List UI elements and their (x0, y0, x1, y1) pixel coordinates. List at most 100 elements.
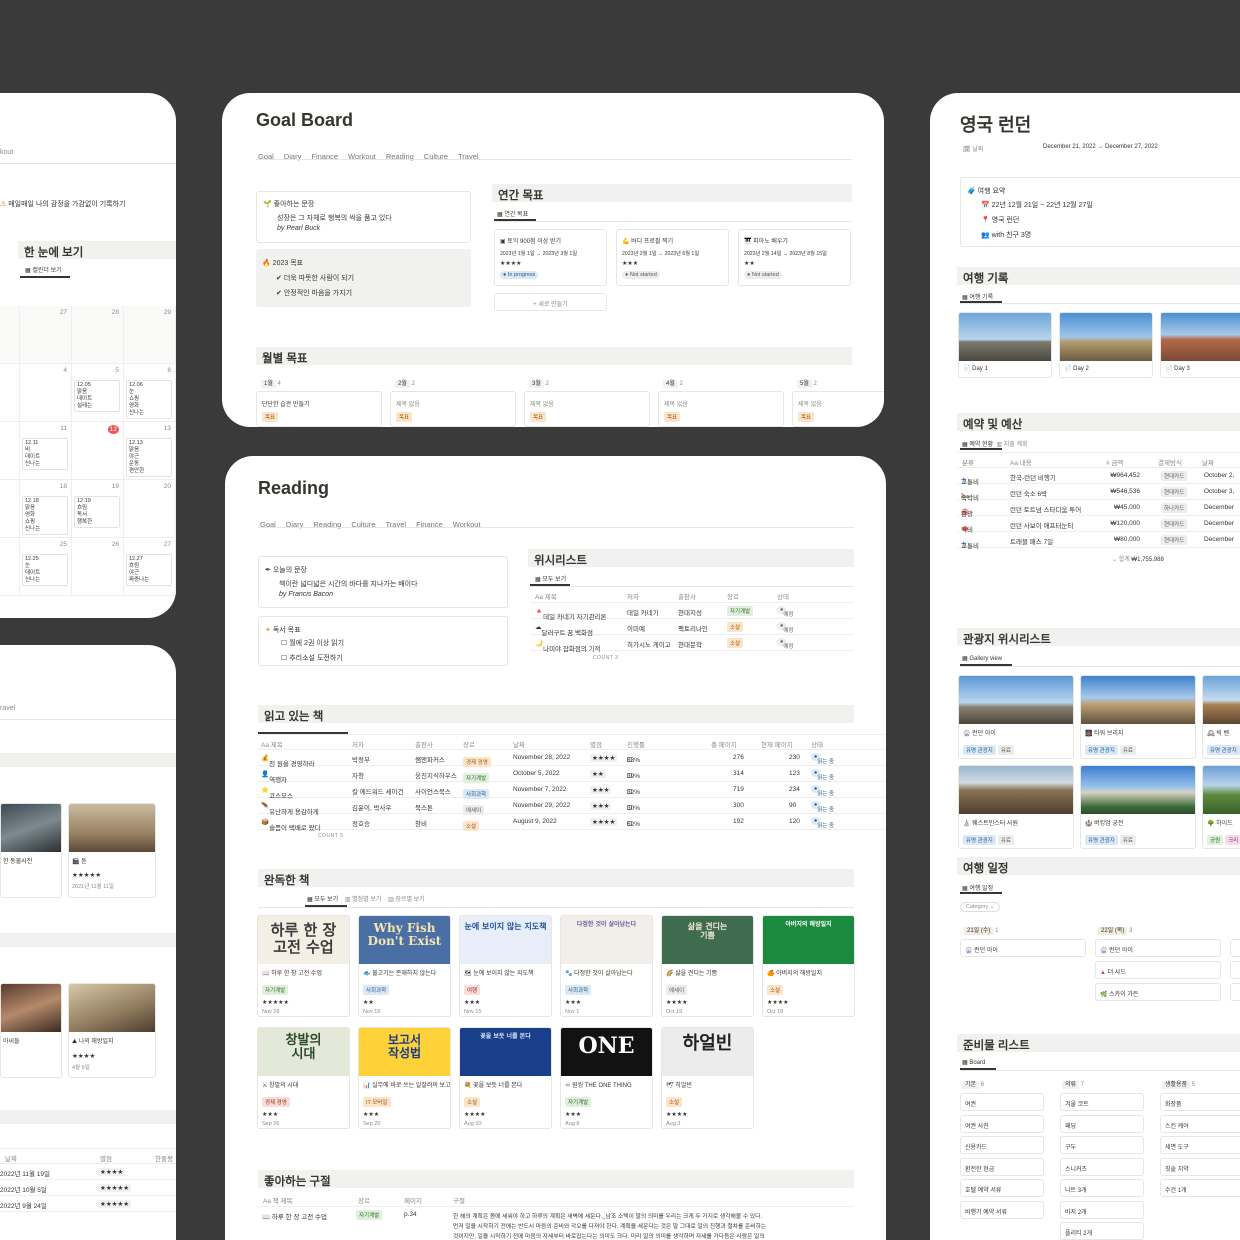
book-card[interactable]: ONE ♾ 원씽 THE ONE THING 자기계발 ★★★ Aug 8 (560, 1027, 653, 1129)
calendar-day-cell[interactable] (0, 306, 20, 364)
goal-checkbox[interactable]: ☐ 월에 2권 이상 읽기 (281, 638, 344, 648)
packing-item[interactable]: 칫솔 치약 (1160, 1157, 1240, 1176)
category-filter[interactable]: Category ⌄ (960, 902, 1001, 912)
calendar-day-cell[interactable] (0, 422, 20, 480)
sight-card[interactable]: 🏰 버킹엄 궁전 유명 관광지 유료 (1080, 765, 1196, 849)
sight-card[interactable]: 🌉 타워 브리지 유명 관광지 유료 (1080, 675, 1196, 759)
packing-item[interactable]: 비행기 예약 서류 (960, 1200, 1044, 1219)
itinerary-item[interactable]: 🎡 런던 아이 (960, 939, 1086, 957)
table-row[interactable]: 🛏 숙박비 런던 숙소 6박 ₩546,536 현대카드 October 3, (958, 484, 1240, 502)
table-row[interactable]: 🪶 유난하게 용감하게 김윤이, 박사우 북스톤 여행에세이 November … (258, 798, 886, 816)
calendar-day-cell[interactable]: 20 (124, 480, 176, 538)
table-row[interactable]: 📦 슬픔이 택배로 왔다 정호승 창비 소설 August 9, 2022 ★★… (258, 814, 886, 832)
calendar-day-cell[interactable]: 25 12.25 눈 데이트 신나는 (20, 538, 72, 596)
movie-card[interactable]: 한 동물사전 (0, 803, 62, 898)
annual-goal-card[interactable]: ▣ 토익 900점 이상 받기 2023년 1월 1일 → 2023년 3월 1… (494, 229, 607, 286)
packing-item[interactable]: 구두 (1060, 1136, 1144, 1154)
table-row[interactable]: 👤 역행자 자청 웅진지식하우스 자기계발 October 5, 2022 ★★… (258, 766, 886, 784)
sight-card[interactable]: 🌳 하이드 공원 크리 (1202, 765, 1240, 849)
packing-item[interactable]: 신용카드 (960, 1136, 1044, 1154)
movie-card[interactable]: ⛰ 나의 해방일지 ★★★★ 4월 9일 (68, 983, 156, 1078)
new-card-button[interactable]: + 새로 만들기 (494, 293, 607, 311)
packing-item[interactable]: 세면 도구 (1160, 1136, 1240, 1154)
book-card[interactable]: 창발의 시대 ⚔ 창발의 시대 경제 경영 ★★★ Sep 26 (257, 1027, 350, 1129)
calendar-day-cell[interactable]: 6 12.06 눈 쇼핑 영화 신나는 (124, 364, 176, 422)
table-row[interactable]: 📖 하루 한 장 고전 수업 자기계발 p.34 한 해의 계획은 봄에 세워야… (258, 1207, 854, 1240)
table-row[interactable]: 2022년 11월 19일 ★★★★ (0, 1164, 176, 1180)
monthly-goal-card[interactable]: 제목 없음 목표 (390, 391, 516, 427)
packing-item[interactable]: 패딩 (1060, 1114, 1144, 1133)
day-card[interactable]: 📄 Day 1 (958, 312, 1052, 378)
book-card[interactable]: 보고서작성법 📊 실무에 바로 쓰는 일잘러의 보고서 작성법 IT 모바일 ★… (358, 1027, 451, 1129)
packing-item[interactable]: 스니커즈 (1060, 1157, 1144, 1176)
tab-trip-log[interactable]: ▦ 여행 기록 (962, 292, 993, 301)
calendar-day-cell[interactable] (0, 538, 20, 596)
itinerary-item[interactable]: 🌿 스카이 가든 (1095, 983, 1221, 1001)
packing-item[interactable]: 스킨 케어 (1160, 1114, 1240, 1133)
calendar-day-cell[interactable]: 28 (72, 306, 124, 364)
tab-gallery-view[interactable]: ▦ Gallery view (962, 655, 1002, 662)
calendar-day-cell[interactable]: 27 12.27 흐림 야근 짜증나는 (124, 538, 176, 596)
packing-item[interactable]: 환전한 현금 (960, 1157, 1044, 1176)
calendar-event[interactable]: 12.18 맑음 영화 쇼핑 신나는 (22, 496, 68, 535)
packing-item[interactable]: 화장품 (1160, 1093, 1240, 1111)
table-row[interactable]: 💰 천 원을 경영하라 박정부 쌤앤파커스 경제 경영 November 28,… (258, 750, 886, 768)
monthly-goal-card[interactable]: 단단한 습관 만들기 목표 (256, 391, 382, 427)
calendar-day-cell[interactable]: 19 12.19 흐림 독서 행복한 (72, 480, 124, 538)
day-card[interactable]: 📄 Day 2 (1059, 312, 1153, 378)
packing-item[interactable]: 플리티 2개 (1060, 1222, 1144, 1240)
movie-card[interactable]: 🎬 듄 ★★★★★ 2021년 11월 11일 (68, 803, 156, 898)
calendar-day-cell[interactable]: 11 12.11 비 데이트 신나는 (20, 422, 72, 480)
packing-item[interactable]: 여권 (960, 1093, 1044, 1111)
packing-item[interactable]: 여권 사진 (960, 1114, 1044, 1133)
book-card[interactable]: 다정한 것이 살아남는다 🐾 다정한 것이 살아남는다 사회과학 ★★★ Nov… (560, 915, 653, 1017)
calendar-day-cell[interactable]: 12 (72, 422, 124, 480)
sight-card[interactable]: ⛪ 웨스트민스터 사원 유명 관광지 유료 (958, 765, 1074, 849)
calendar-event[interactable]: 12.05 맑음 데이트 설레는 (74, 380, 120, 412)
book-card[interactable]: 아버지의 해방일지 🍊 아버지의 해방일지 소설 ★★★★ Oct 18 (762, 915, 855, 1017)
table-row[interactable]: 2022년 10월 5일 ★★★★★ (0, 1180, 176, 1196)
annual-goal-card[interactable]: 🎹 피아노 배우기 2023년 2월 14일 → 2023년 8월 15일 ★★… (738, 229, 851, 286)
calendar-event[interactable]: 12.06 눈 쇼핑 영화 신나는 (126, 380, 172, 419)
table-row[interactable]: 🏟 관광 런던 토트넘 스타디움 투어 ₩45,000 하나카드 Decembe… (958, 500, 1240, 518)
tab-all-view[interactable]: ▦ 모두 보기 (535, 574, 566, 583)
calendar-event[interactable]: 12.27 흐림 야근 짜증나는 (126, 554, 172, 586)
itinerary-item[interactable]: 🎡 런던 아이 (1095, 939, 1221, 957)
tab-calendar-view[interactable]: ▦ 캘린더 보기 (25, 265, 62, 274)
tab-genre-view[interactable]: ▥ 장르별 보기 (388, 897, 425, 903)
tab-all-view[interactable]: ▦ 모두 보기 (307, 897, 338, 903)
sight-card[interactable]: 🎡 런던 아이 유명 관광지 유료 (958, 675, 1074, 759)
monthly-goal-card[interactable]: 제목 없음 목표 (792, 391, 884, 427)
packing-item[interactable]: 겨울 코트 (1060, 1093, 1144, 1111)
calendar-day-cell[interactable]: 18 12.18 맑음 영화 쇼핑 신나는 (20, 480, 72, 538)
calendar-event[interactable]: 12.25 눈 데이트 신나는 (22, 554, 68, 586)
table-row[interactable]: ☁ 달러구트 꿈 백화점 이미예 팩토리나인 소설 ● 예정 (530, 619, 854, 637)
movie-card[interactable]: 아씨들 (0, 983, 62, 1078)
table-row[interactable]: 🔺 데일 카네기 자기관리론 데일 카네기 현대지성 자기계발 ● 예정 (530, 603, 854, 621)
goal-checkbox[interactable]: ☐ 추리소설 도전하기 (281, 653, 343, 663)
calendar-event[interactable]: 12.13 맑음 야근 운동 편안한 (126, 438, 172, 477)
tab-board-view[interactable]: ▦ Board (962, 1059, 985, 1066)
book-card[interactable]: Why Fish Don't Exist 🐟 물고기는 존재하지 않는다 사회과학… (358, 915, 451, 1017)
table-row[interactable]: 2022년 9월 24일 ★★★★★ (0, 1196, 176, 1212)
annual-goal-card[interactable]: 💪 바디 프로필 찍기 2023년 2월 1일 → 2023년 6월 1일 ★★… (616, 229, 729, 286)
monthly-goal-card[interactable]: 제목 없음 목표 (658, 391, 784, 427)
table-row[interactable]: ✈ 교통비 한국-런던 비행기 ₩964,452 현대카드 October 2, (958, 468, 1240, 486)
calendar-day-cell[interactable] (0, 364, 20, 422)
packing-item[interactable]: 바지 2개 (1060, 1200, 1144, 1219)
table-row[interactable]: ✈ 교통비 트래블 패스 7일 ₩80,000 현대카드 December (958, 532, 1240, 550)
book-card[interactable]: 삶을 견디는 기쁨 🌈 삶을 견디는 기쁨 에세이 ★★★★ Oct 19 (661, 915, 754, 1017)
calendar-day-cell[interactable]: 5 12.05 맑음 데이트 설레는 (72, 364, 124, 422)
calendar-day-cell[interactable]: 29 (124, 306, 176, 364)
packing-item[interactable]: 호텔 예약 서류 (960, 1179, 1044, 1197)
book-card[interactable]: 하얼빈 🕊 히얼빈 소설 ★★★★ Aug 3 (661, 1027, 754, 1129)
book-card[interactable]: 하루 한 장 고전 수업 📖 하루 한 장 고전 수업 자기계발 ★★★★★ No… (257, 915, 350, 1017)
itinerary-item[interactable]: ▲ 더 샤드 (1095, 961, 1221, 979)
tab-itinerary[interactable]: ▦ 여행 일정 (962, 883, 993, 892)
tab-rating-view[interactable]: ▥ 별점별 보기 (345, 897, 382, 903)
packing-item[interactable]: 수건 1개 (1160, 1179, 1240, 1197)
calendar-event[interactable]: 12.19 흐림 독서 행복한 (74, 496, 120, 528)
sight-card[interactable]: 🕰 빅 벤 유명 관광지 (1202, 675, 1240, 759)
calendar-day-cell[interactable]: 13 12.13 맑음 야근 운동 편안한 (124, 422, 176, 480)
calendar-event[interactable]: 12.11 비 데이트 신나는 (22, 438, 68, 470)
